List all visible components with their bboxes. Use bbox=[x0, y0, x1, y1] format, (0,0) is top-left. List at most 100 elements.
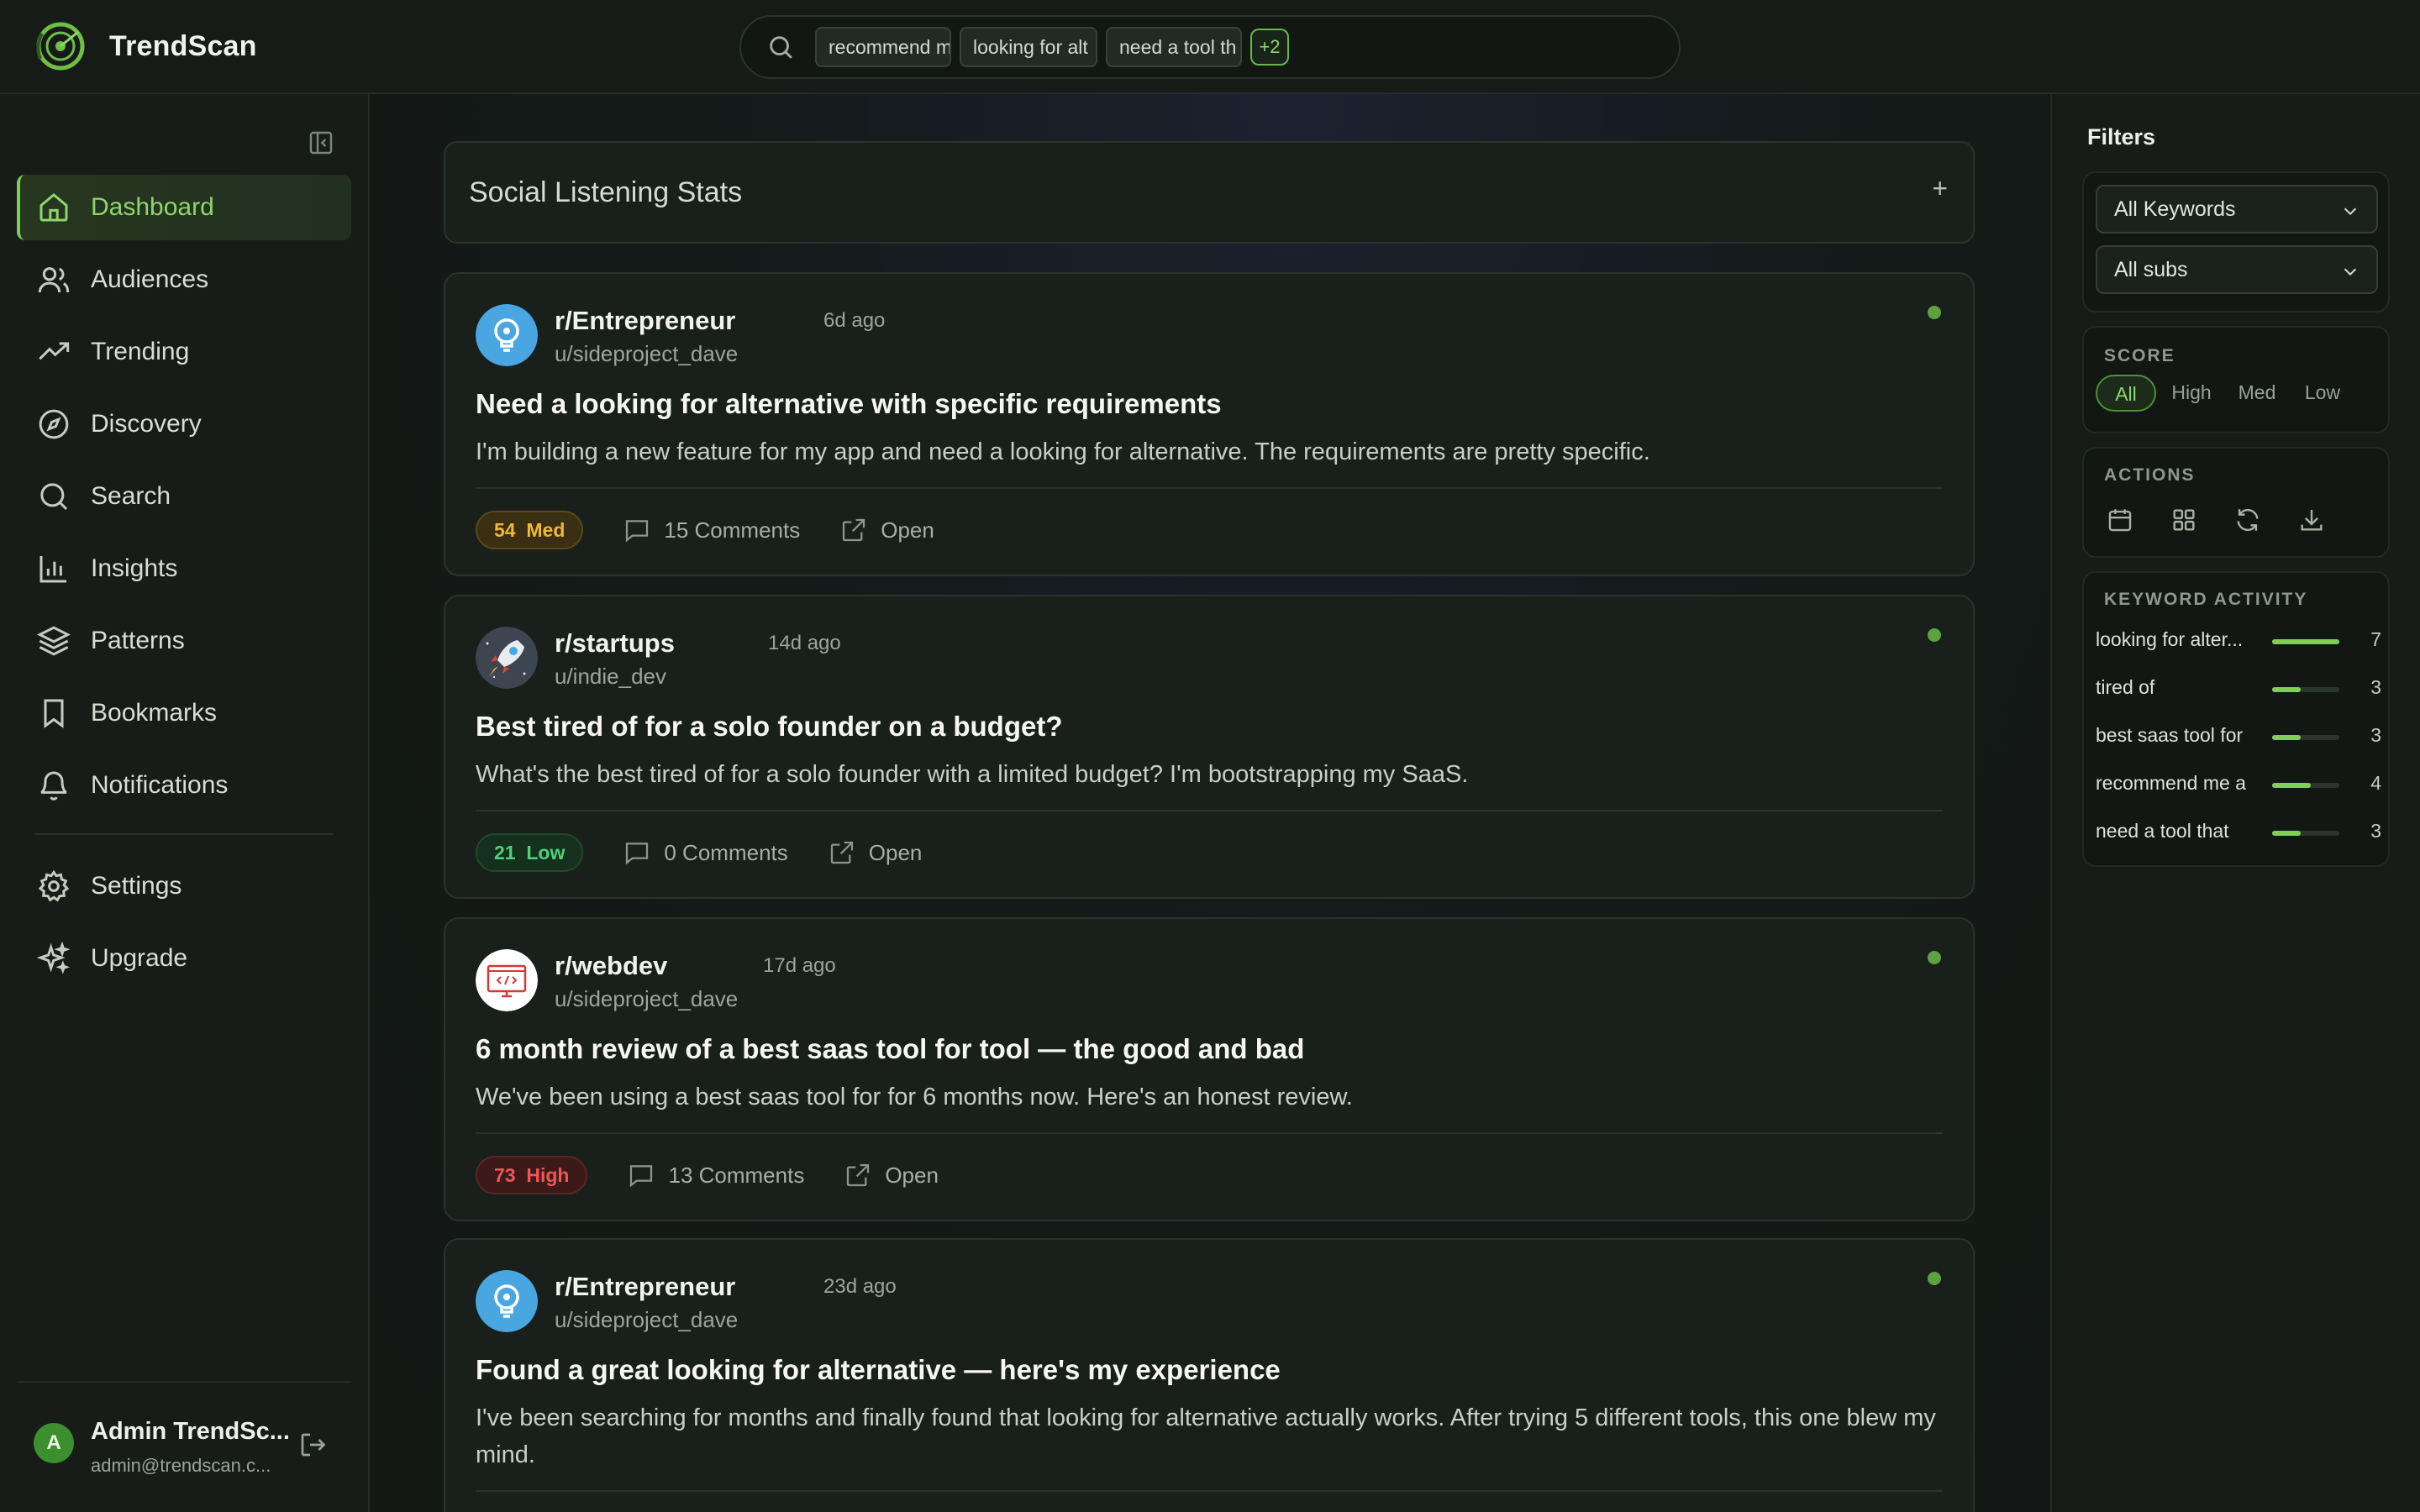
comments-button[interactable]: 15 Comments bbox=[623, 517, 800, 543]
user-name: Admin TrendSc... bbox=[91, 1418, 290, 1445]
post-divider bbox=[476, 487, 1943, 489]
subreddit-name[interactable]: r/webdev bbox=[555, 951, 667, 981]
post-title[interactable]: Found a great looking for alternative — … bbox=[476, 1354, 1943, 1386]
score-filter-label: SCORE bbox=[2104, 346, 2175, 365]
download-icon[interactable] bbox=[2297, 506, 2326, 534]
keyword-count: 3 bbox=[2370, 820, 2381, 842]
keyword-name: need a tool that bbox=[2096, 820, 2229, 842]
subreddit-name[interactable]: r/Entrepreneur bbox=[555, 1272, 735, 1302]
sidebar: Dashboard Audiences Trending Discovery S… bbox=[0, 94, 370, 1512]
keyword-chip[interactable]: looking for alt bbox=[960, 27, 1097, 67]
main-feed: Social Listening Stats + r/Entrepreneur … bbox=[371, 94, 2049, 1512]
lightbulb-subreddit-icon bbox=[476, 1270, 538, 1332]
gear-icon bbox=[38, 869, 70, 902]
sidebar-item-label: Upgrade bbox=[91, 944, 188, 972]
post-title[interactable]: Need a looking for alternative with spec… bbox=[476, 388, 1943, 420]
subreddit-name[interactable]: r/Entrepreneur bbox=[555, 306, 735, 336]
keyword-activity-bar bbox=[2272, 639, 2339, 644]
subreddit-name[interactable]: r/startups bbox=[555, 628, 675, 659]
keyword-activity-row[interactable]: best saas tool for 3 bbox=[2096, 721, 2381, 754]
brand[interactable]: TrendScan bbox=[32, 20, 257, 72]
post-body: I've been searching for months and final… bbox=[476, 1404, 1936, 1468]
score-option-high[interactable]: High bbox=[2161, 375, 2222, 412]
post-body: We've been using a best saas tool for fo… bbox=[476, 1084, 1353, 1110]
post-author[interactable]: u/sideproject_dave bbox=[555, 1307, 738, 1333]
sidebar-item-trending[interactable]: Trending bbox=[17, 319, 351, 385]
score-option-med[interactable]: Med bbox=[2227, 375, 2287, 412]
sidebar-item-dashboard[interactable]: Dashboard bbox=[17, 175, 351, 240]
score-badge: 54 Med bbox=[476, 511, 584, 549]
sidebar-item-label: Settings bbox=[91, 872, 182, 900]
post-card[interactable]: r/webdev 17d ago u/sideproject_dave 6 mo… bbox=[444, 917, 1975, 1221]
bell-icon bbox=[40, 771, 67, 801]
rocket-subreddit-icon bbox=[476, 627, 538, 689]
post-author[interactable]: u/sideproject_dave bbox=[555, 341, 738, 367]
sidebar-item-patterns[interactable]: Patterns bbox=[17, 608, 351, 674]
post-author[interactable]: u/indie_dev bbox=[555, 664, 666, 690]
expand-stats-button[interactable]: + bbox=[1932, 173, 1948, 204]
sidebar-item-label: Insights bbox=[91, 554, 178, 582]
user-profile[interactable]: A Admin TrendSc... admin@trendscan.c... bbox=[17, 1381, 351, 1512]
sidebar-item-audiences[interactable]: Audiences bbox=[17, 247, 351, 312]
grid-icon[interactable] bbox=[2170, 506, 2198, 534]
search-bar[interactable]: recommend m looking for alt need a tool … bbox=[739, 15, 1681, 79]
calendar-icon[interactable] bbox=[2106, 506, 2134, 534]
actions-label: ACTIONS bbox=[2104, 465, 2196, 485]
top-bar: TrendScan recommend m looking for alt ne… bbox=[0, 0, 2420, 94]
comments-button[interactable]: 13 Comments bbox=[628, 1162, 804, 1189]
keyword-count: 3 bbox=[2370, 676, 2381, 698]
sidebar-item-discovery[interactable]: Discovery bbox=[17, 391, 351, 457]
sidebar-item-settings[interactable]: Settings bbox=[17, 853, 351, 919]
open-link-button[interactable]: Open bbox=[844, 1162, 939, 1189]
post-age: 6d ago bbox=[823, 309, 886, 332]
keyword-activity-row[interactable]: looking for alter... 7 bbox=[2096, 625, 2381, 659]
post-divider bbox=[476, 1132, 1943, 1134]
subreddit-select[interactable]: All subs bbox=[2096, 245, 2378, 294]
bookmark-icon bbox=[44, 699, 64, 728]
sidebar-item-search[interactable]: Search bbox=[17, 464, 351, 529]
sidebar-item-notifications[interactable]: Notifications bbox=[17, 753, 351, 818]
logout-icon[interactable] bbox=[297, 1430, 328, 1460]
sidebar-item-bookmarks[interactable]: Bookmarks bbox=[17, 680, 351, 746]
chevron-down-icon bbox=[2344, 207, 2357, 216]
post-meta: 73 High 13 Comments Open bbox=[476, 1156, 939, 1194]
post-meta: 21 Low 0 Comments Open bbox=[476, 833, 922, 872]
keyword-name: recommend me a bbox=[2096, 772, 2246, 794]
radar-logo-icon bbox=[36, 22, 85, 71]
users-icon bbox=[38, 267, 70, 293]
sparkles-icon bbox=[37, 942, 71, 974]
sidebar-item-label: Notifications bbox=[91, 771, 229, 799]
post-title[interactable]: Best tired of for a solo founder on a bu… bbox=[476, 711, 1943, 743]
comments-button[interactable]: 0 Comments bbox=[623, 839, 788, 866]
stats-panel[interactable]: Social Listening Stats + bbox=[444, 141, 1975, 244]
unread-dot bbox=[1928, 306, 1941, 319]
keyword-chip[interactable]: recommend m bbox=[815, 27, 951, 67]
keyword-activity-row[interactable]: tired of 3 bbox=[2096, 673, 2381, 706]
keyword-activity: KEYWORD ACTIVITY looking for alter... 7 ti… bbox=[2082, 571, 2390, 867]
collapse-sidebar-icon[interactable] bbox=[308, 129, 334, 156]
keyword-select[interactable]: All Keywords bbox=[2096, 185, 2378, 234]
comment-icon bbox=[626, 520, 649, 543]
post-card[interactable]: r/Entrepreneur 23d ago u/sideproject_dav… bbox=[444, 1238, 1975, 1512]
keyword-activity-row[interactable]: need a tool that 3 bbox=[2096, 816, 2381, 850]
keyword-activity-row[interactable]: recommend me a 4 bbox=[2096, 769, 2381, 802]
post-title[interactable]: 6 month review of a best saas tool for t… bbox=[476, 1033, 1943, 1065]
score-option-all[interactable]: All bbox=[2096, 375, 2156, 412]
refresh-icon[interactable] bbox=[2233, 506, 2262, 534]
open-link-button[interactable]: Open bbox=[829, 839, 922, 866]
post-card[interactable]: r/startups 14d ago u/indie_dev Best tire… bbox=[444, 595, 1975, 899]
keyword-activity-bar-fill bbox=[2272, 639, 2339, 644]
open-link-button[interactable]: Open bbox=[840, 517, 934, 543]
keyword-chip[interactable]: need a tool th bbox=[1106, 27, 1242, 67]
more-keywords-badge[interactable]: +2 bbox=[1250, 29, 1289, 66]
sidebar-item-upgrade[interactable]: Upgrade bbox=[17, 926, 351, 991]
post-author[interactable]: u/sideproject_dave bbox=[555, 986, 738, 1012]
filters-panel: Filters All Keywords All subs SCORE All … bbox=[2050, 94, 2420, 1512]
sidebar-item-insights[interactable]: Insights bbox=[17, 536, 351, 601]
score-option-low[interactable]: Low bbox=[2292, 375, 2353, 412]
post-card[interactable]: r/Entrepreneur 6d ago u/sideproject_dave… bbox=[444, 272, 1975, 576]
app-name: TrendScan bbox=[109, 29, 257, 62]
unread-dot bbox=[1928, 1272, 1941, 1285]
score-badge: 73 High bbox=[476, 1156, 588, 1194]
keyword-count: 7 bbox=[2370, 628, 2381, 650]
